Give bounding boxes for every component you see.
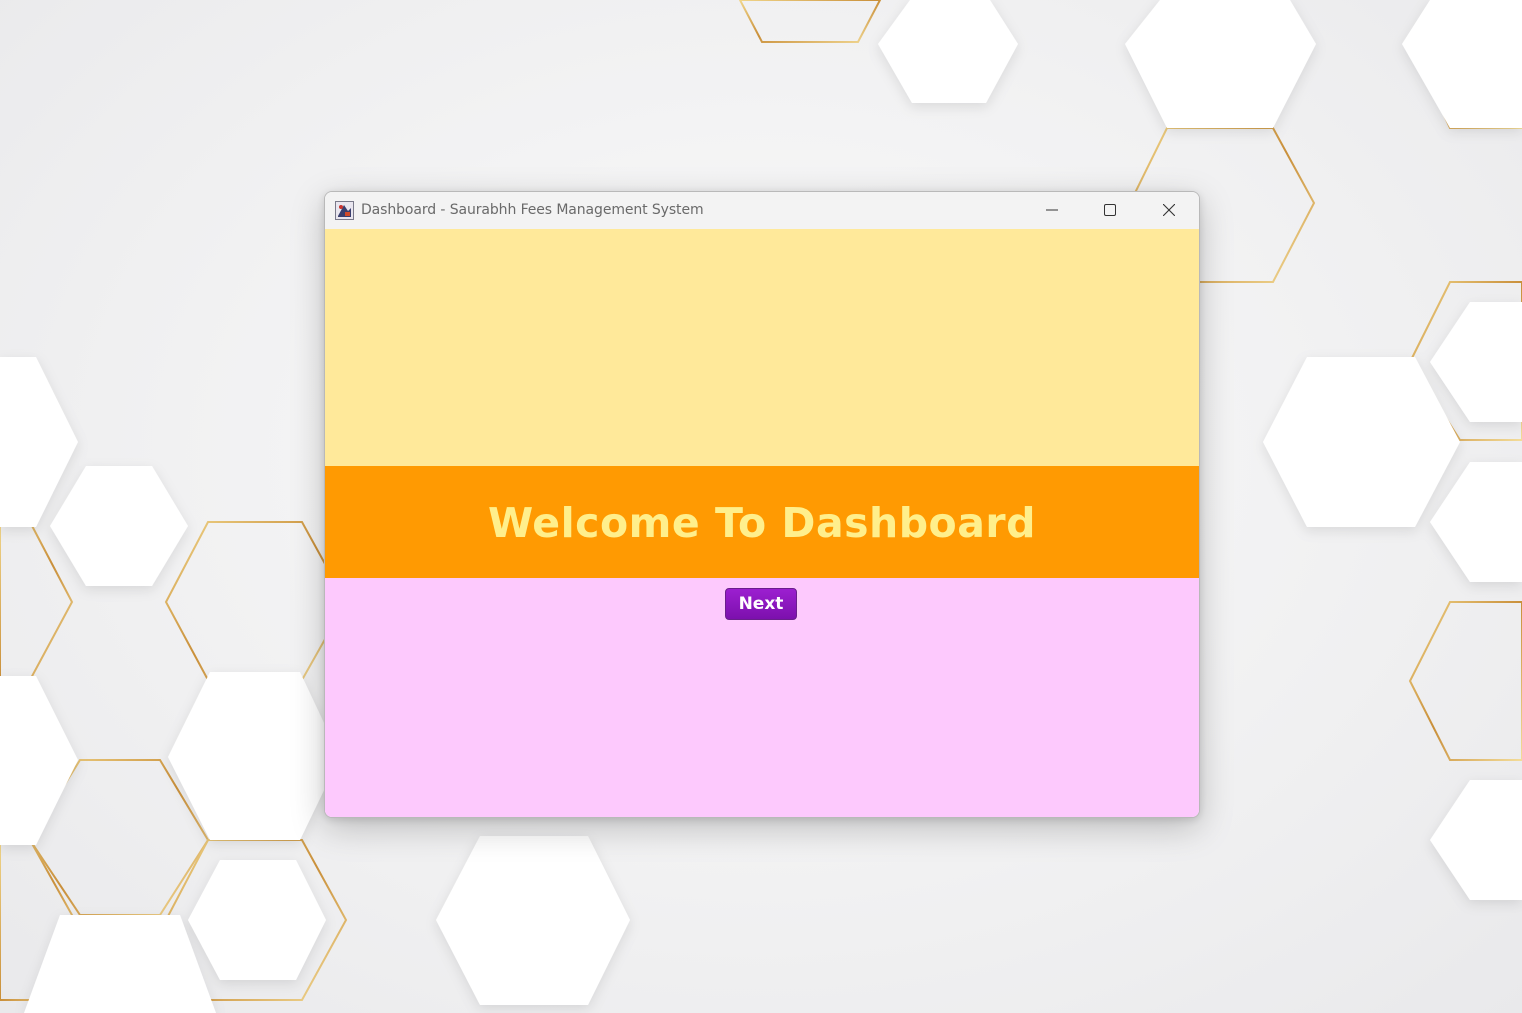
bottom-panel: Next [325,578,1199,817]
title-bar[interactable]: Dashboard - Saurabhh Fees Management Sys… [325,192,1199,229]
window-title: Dashboard - Saurabhh Fees Management Sys… [361,202,704,218]
maximize-button[interactable] [1081,192,1139,229]
next-button[interactable]: Next [725,588,797,620]
minimize-icon [1046,209,1058,211]
close-icon [1163,204,1175,216]
desktop: Dashboard - Saurabhh Fees Management Sys… [0,0,1522,1013]
welcome-banner: Welcome To Dashboard [325,466,1199,578]
close-button[interactable] [1140,192,1198,229]
minimize-button[interactable] [1023,192,1081,229]
maximize-icon [1104,204,1116,216]
welcome-heading: Welcome To Dashboard [488,499,1036,547]
top-panel [325,229,1199,466]
java-app-icon [335,201,354,220]
dashboard-window: Dashboard - Saurabhh Fees Management Sys… [324,191,1200,818]
